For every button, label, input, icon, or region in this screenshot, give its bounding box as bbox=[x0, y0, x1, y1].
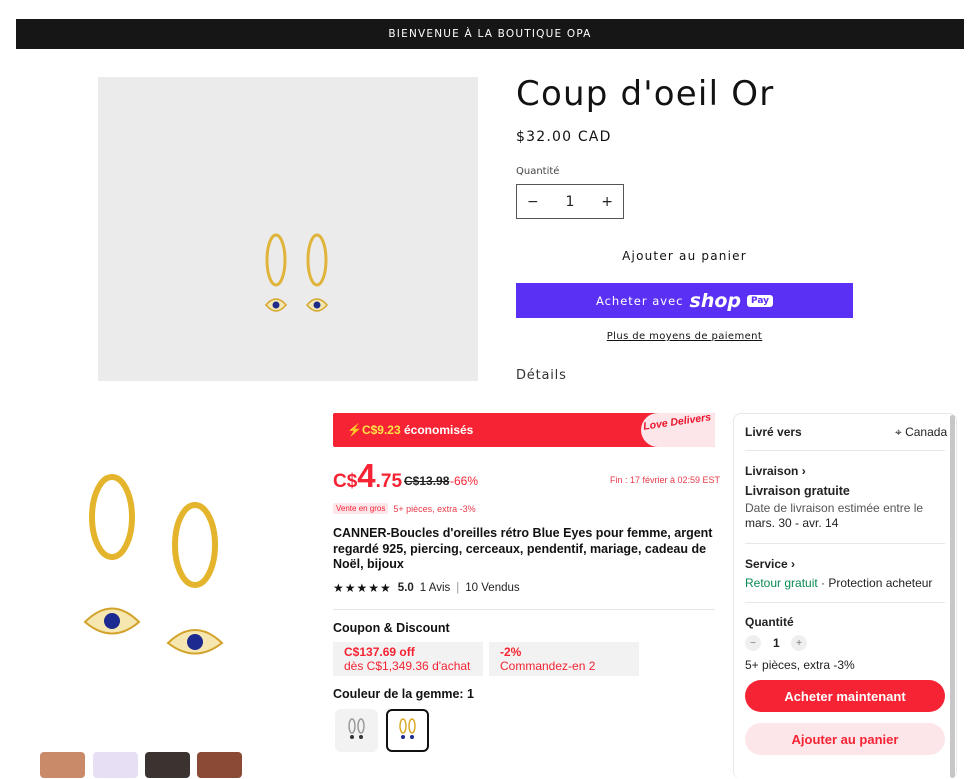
quantity-label: Quantité bbox=[516, 166, 560, 177]
quantity-heading: Quantité bbox=[745, 615, 794, 629]
separator: | bbox=[456, 582, 460, 594]
chevron-right-icon: › bbox=[801, 464, 806, 478]
savings-text: ⚡C$9.23 économisés bbox=[347, 423, 474, 437]
gold-earring-icon bbox=[399, 718, 416, 739]
rating-row: ★★★★★ 5.0 1 Avis | 10 Vendus bbox=[333, 581, 520, 595]
service-details: Retour gratuit · Protection acheteur bbox=[745, 576, 932, 590]
country-name: Canada bbox=[905, 425, 948, 439]
delivery-prefix: Date de livraison estimée entre le bbox=[745, 501, 924, 515]
coupon-1-amount: C$137.69 off bbox=[344, 645, 415, 659]
sold-count: 10 Vendus bbox=[465, 582, 520, 594]
gem-option-gold[interactable] bbox=[386, 709, 429, 752]
buy-now-button[interactable]: Acheter maintenant bbox=[745, 680, 945, 712]
quantity-stepper: − 1 + bbox=[516, 184, 624, 219]
wholesale-row: Vente en gros 5+ pièces, extra -3% bbox=[333, 503, 476, 514]
more-payment-link[interactable]: Plus de moyens de paiement bbox=[516, 331, 853, 342]
delivery-estimate: Date de livraison estimée entre le mars.… bbox=[745, 501, 947, 531]
price-decimal: .75 bbox=[375, 471, 403, 492]
love-delivers-text: Love Delivers bbox=[642, 413, 712, 433]
rating-score: 5.0 bbox=[397, 582, 414, 594]
product-title: Coup d'oeil Or bbox=[516, 74, 775, 114]
earrings-image bbox=[265, 233, 328, 312]
divider bbox=[745, 602, 945, 603]
shop-pay-button[interactable]: Acheter avec shop Pay bbox=[516, 283, 853, 318]
price-integer: 4 bbox=[357, 457, 376, 494]
divider bbox=[745, 543, 945, 544]
thumbnail-2[interactable] bbox=[93, 752, 138, 778]
love-delivers-badge: Love Delivers bbox=[641, 413, 715, 447]
star-icons: ★★★★★ bbox=[333, 581, 392, 595]
original-price: C$13.98 bbox=[404, 474, 450, 488]
service-link[interactable]: Service › bbox=[745, 557, 795, 571]
coupon-2-condition: Commandez-en 2 bbox=[500, 659, 596, 673]
gem-option-silver[interactable] bbox=[335, 709, 378, 752]
panel-qty-value[interactable]: 1 bbox=[773, 636, 780, 650]
ship-to-country[interactable]: ⌖ Canada bbox=[895, 425, 947, 440]
panel-qty-increase-button[interactable]: + bbox=[791, 635, 807, 651]
sale-end-time: Fin : 17 février à 02:59 EST bbox=[610, 475, 721, 485]
wholesale-tag: Vente en gros bbox=[333, 503, 389, 514]
panel-wholesale-note: 5+ pièces, extra -3% bbox=[745, 658, 855, 672]
buyer-protection: · Protection acheteur bbox=[817, 576, 933, 590]
coupon-card-1[interactable]: C$137.69 off dès C$1,349.36 d'achat bbox=[333, 642, 483, 676]
shop-logo: shop bbox=[689, 289, 742, 312]
product-price: $32.00 CAD bbox=[516, 129, 612, 145]
thumbnail-3[interactable] bbox=[145, 752, 190, 778]
listing-main-image[interactable] bbox=[60, 465, 250, 665]
wholesale-text: 5+ pièces, extra -3% bbox=[393, 503, 476, 514]
announcement-bar: BIENVENUE À LA BOUTIQUE OPA bbox=[16, 19, 964, 49]
divider bbox=[745, 450, 945, 451]
review-count[interactable]: 1 Avis bbox=[420, 582, 450, 594]
discount-percent: -66% bbox=[450, 474, 479, 488]
listing-title: CANNER-Boucles d'oreilles rétro Blue Eye… bbox=[333, 526, 713, 571]
coupon-2-amount: -2% bbox=[500, 645, 522, 659]
sale-price: C$4.75 bbox=[333, 457, 402, 495]
price-currency: C$ bbox=[333, 471, 358, 492]
details-toggle[interactable]: Détails bbox=[516, 368, 567, 383]
savings-banner: ⚡C$9.23 économisés Love Delivers bbox=[333, 413, 715, 447]
announcement-text: BIENVENUE À LA BOUTIQUE OPA bbox=[388, 28, 592, 40]
silver-earring-icon bbox=[348, 718, 365, 739]
chevron-right-icon: › bbox=[791, 557, 796, 571]
free-shipping: Livraison gratuite bbox=[745, 484, 850, 498]
thumbnail-4[interactable] bbox=[197, 752, 242, 778]
pay-badge: Pay bbox=[747, 294, 774, 307]
panel-qty-decrease-button[interactable]: − bbox=[745, 635, 761, 651]
service-label: Service bbox=[745, 557, 788, 571]
savings-label: économisés bbox=[400, 423, 474, 437]
add-to-cart-button[interactable]: Ajouter au panier bbox=[516, 249, 853, 263]
coupon-heading: Coupon & Discount bbox=[333, 621, 450, 635]
panel-scrollbar[interactable] bbox=[950, 415, 955, 778]
shop-pay-prefix: Acheter avec bbox=[595, 293, 684, 308]
divider bbox=[333, 609, 715, 610]
free-return: Retour gratuit bbox=[745, 576, 818, 590]
delivery-dates: mars. 30 - avr. 14 bbox=[745, 516, 839, 530]
shipping-link[interactable]: Livraison › bbox=[745, 464, 806, 478]
quantity-decrease-button[interactable]: − bbox=[527, 194, 539, 210]
quantity-value[interactable]: 1 bbox=[566, 194, 575, 210]
panel-add-to-cart-button[interactable]: Ajouter au panier bbox=[745, 723, 945, 755]
thumbnail-strip bbox=[16, 752, 266, 778]
coupon-card-2[interactable]: -2% Commandez-en 2 bbox=[489, 642, 639, 676]
product-image[interactable] bbox=[98, 77, 478, 381]
location-pin-icon: ⌖ bbox=[895, 425, 906, 439]
large-earrings-image bbox=[83, 474, 224, 655]
savings-amount: C$9.23 bbox=[361, 423, 401, 437]
coupon-1-condition: dès C$1,349.36 d'achat bbox=[344, 659, 471, 673]
quantity-increase-button[interactable]: + bbox=[601, 194, 613, 210]
gem-color-heading: Couleur de la gemme: 1 bbox=[333, 687, 475, 701]
ship-to-label: Livré vers bbox=[745, 425, 802, 439]
shipping-label: Livraison bbox=[745, 464, 799, 478]
thumbnail-1[interactable] bbox=[40, 752, 85, 778]
